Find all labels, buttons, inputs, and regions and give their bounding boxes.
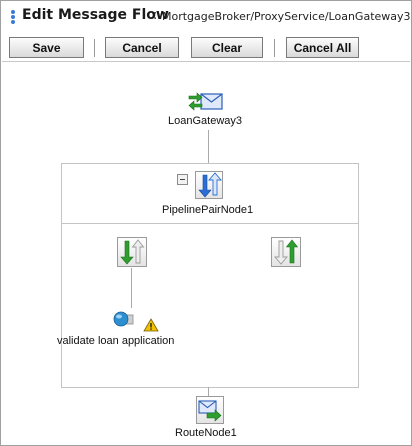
response-pipeline-icon	[274, 239, 299, 265]
vertical-ellipsis-icon[interactable]	[8, 9, 18, 25]
edit-message-flow-panel: Edit Message Flow : MortgageBroker/Proxy…	[0, 0, 412, 446]
response-pipeline-node[interactable]	[271, 237, 301, 267]
title-separator: :	[153, 8, 158, 23]
route-node-label: RouteNode1	[175, 427, 237, 439]
save-button[interactable]: Save	[9, 37, 84, 58]
toolbar-separator	[274, 39, 275, 57]
stage-label: validate loan application	[57, 335, 175, 347]
stage-connector	[131, 268, 132, 308]
pipeline-divider	[62, 223, 358, 224]
title-bar: Edit Message Flow : MortgageBroker/Proxy…	[2, 2, 411, 32]
pipeline-pair-label: PipelinePairNode1	[162, 204, 254, 216]
flow-connector	[208, 130, 209, 163]
pipeline-pair-container: PipelinePairNode1 validate loan applicat…	[57, 163, 359, 388]
page-title: Edit Message Flow	[22, 7, 169, 23]
warning-icon	[143, 318, 159, 332]
clear-button[interactable]: Clear	[191, 37, 263, 58]
request-pipeline-node[interactable]	[117, 237, 147, 267]
route-node-icon	[198, 400, 222, 422]
stage-icon[interactable]	[113, 309, 135, 329]
minus-icon[interactable]	[177, 174, 188, 185]
proxy-service-envelope-icon[interactable]	[188, 90, 224, 114]
request-pipeline-icon	[120, 239, 145, 265]
start-node-label: LoanGateway3	[168, 115, 242, 127]
pipeline-pair-node[interactable]	[195, 171, 223, 199]
toolbar: Save Cancel Clear Cancel All	[2, 33, 410, 62]
route-node[interactable]	[196, 396, 224, 424]
pipeline-pair-icon	[198, 172, 222, 198]
breadcrumb-path: MortgageBroker/ProxyService/LoanGateway3	[162, 10, 411, 23]
cancel-button[interactable]: Cancel	[105, 37, 179, 58]
cancel-all-button[interactable]: Cancel All	[286, 37, 359, 58]
message-flow-canvas: LoanGateway3 PipelinePairNode1 validate …	[2, 62, 410, 444]
toolbar-separator	[94, 39, 95, 57]
